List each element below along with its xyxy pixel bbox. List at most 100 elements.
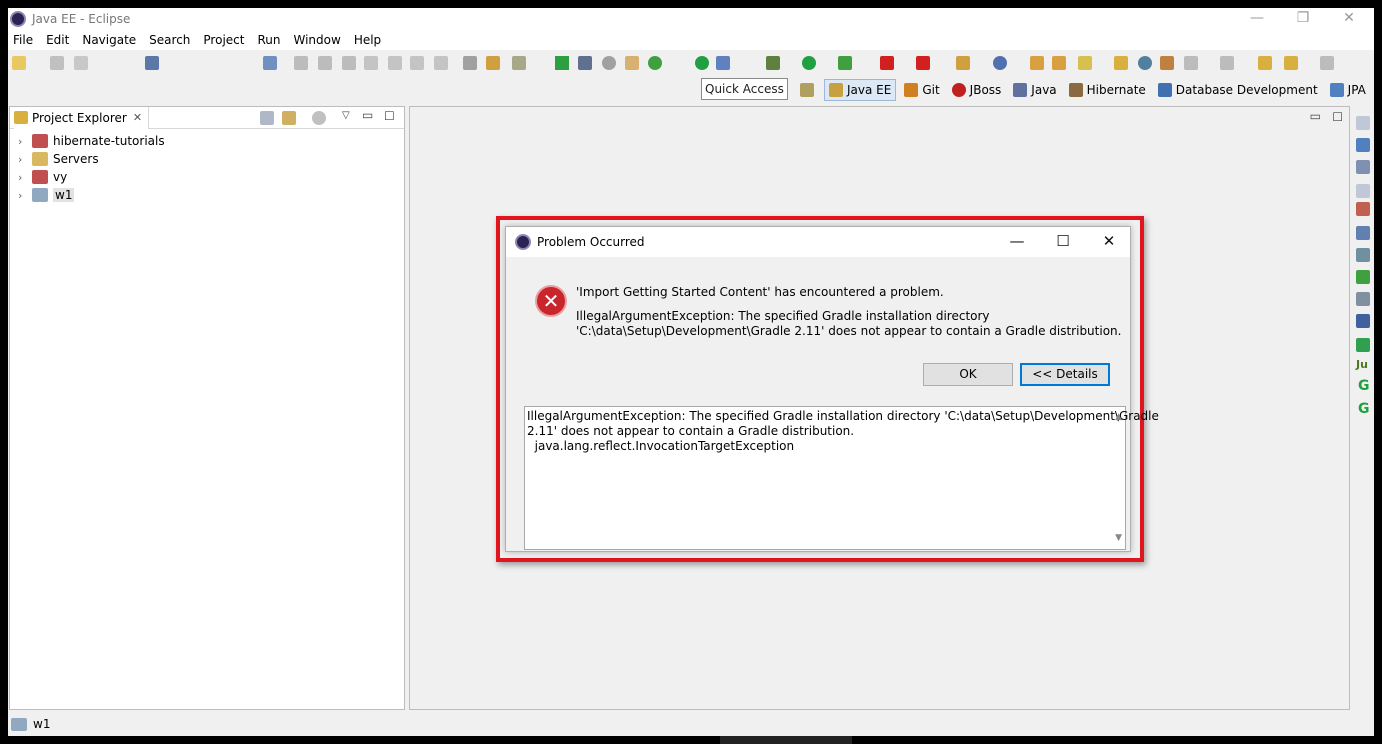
step-over-icon[interactable] [410, 56, 424, 70]
scroll-down-icon[interactable]: ▼ [1115, 531, 1122, 546]
chevron-right-icon[interactable]: › [18, 171, 28, 184]
tree-item-servers[interactable]: › Servers [10, 150, 404, 168]
collapse-all-icon[interactable] [260, 111, 274, 125]
wizard-icon[interactable] [716, 56, 730, 70]
restore-icon[interactable] [1356, 184, 1370, 198]
task-list-icon[interactable] [1356, 160, 1370, 174]
data-source-icon[interactable] [1356, 270, 1370, 284]
outline-icon[interactable] [1356, 138, 1370, 152]
progress-icon[interactable] [1356, 338, 1370, 352]
console-icon[interactable] [145, 56, 159, 70]
disconnect-icon[interactable] [364, 56, 378, 70]
step-into-icon[interactable] [388, 56, 402, 70]
open-perspective-icon[interactable] [800, 83, 814, 97]
perspective-java[interactable]: Java [1009, 79, 1060, 101]
menu-edit[interactable]: Edit [46, 33, 69, 47]
last-edit-icon[interactable] [1258, 56, 1272, 70]
dialog-maximize-button[interactable]: ☐ [1040, 227, 1086, 257]
terminate-icon[interactable] [342, 56, 356, 70]
skip-breakpoints-icon[interactable] [263, 56, 277, 70]
run-icon[interactable] [802, 56, 816, 70]
chevron-right-icon[interactable]: › [18, 153, 28, 166]
perspective-database-development[interactable]: Database Development [1154, 79, 1322, 101]
chevron-right-icon[interactable]: › [18, 135, 28, 148]
perspective-git[interactable]: Git [900, 79, 943, 101]
maximize-editor-icon[interactable]: ☐ [1332, 110, 1343, 124]
project-explorer-tab[interactable]: Project Explorer ✕ [14, 106, 150, 129]
menu-file[interactable]: File [13, 33, 33, 47]
close-tab-icon[interactable]: ✕ [133, 111, 142, 124]
debug-icon[interactable] [766, 56, 780, 70]
menu-search[interactable]: Search [149, 33, 190, 47]
next-annotation-icon[interactable] [1184, 56, 1198, 70]
quick-access-input[interactable]: Quick Access [701, 78, 788, 100]
tree-item-w1[interactable]: › w1 [10, 186, 404, 204]
minimize-view-icon[interactable]: ▭ [362, 108, 373, 122]
markers-icon[interactable] [1356, 202, 1370, 216]
server-icon[interactable] [512, 56, 526, 70]
restore-icon[interactable] [1356, 116, 1370, 130]
step-return-icon[interactable] [434, 56, 448, 70]
forward-icon[interactable] [1320, 56, 1334, 70]
junit-icon[interactable]: Ju [1356, 358, 1368, 371]
chevron-right-icon[interactable]: › [18, 189, 28, 202]
snippets-icon[interactable] [1356, 292, 1370, 306]
menu-run[interactable]: Run [257, 33, 280, 47]
suspend-icon[interactable] [318, 56, 332, 70]
open-folder-icon[interactable] [1052, 56, 1066, 70]
details-textarea[interactable]: IllegalArgumentException: The specified … [524, 406, 1159, 550]
perspective-jpa[interactable]: JPA [1326, 79, 1370, 101]
tree-item-vy[interactable]: › vy [10, 168, 404, 186]
perspective-java-ee[interactable]: Java EE [824, 79, 897, 101]
minimize-editor-icon[interactable]: ▭ [1310, 109, 1321, 123]
perspective-jboss[interactable]: JBoss [948, 79, 1006, 101]
debug-server-icon[interactable] [578, 56, 592, 70]
ok-button[interactable]: OK [923, 363, 1013, 386]
console-view-icon[interactable] [1356, 314, 1370, 328]
restore-window-button[interactable]: ❐ [1280, 8, 1326, 30]
gradle-executions-icon[interactable]: G [1358, 401, 1370, 417]
globe-icon[interactable] [993, 56, 1007, 70]
menu-project[interactable]: Project [203, 33, 244, 47]
details-button[interactable]: << Details [1020, 363, 1110, 386]
properties-icon[interactable] [1356, 226, 1370, 240]
servers-icon[interactable] [1356, 248, 1370, 262]
perspective-hibernate[interactable]: Hibernate [1065, 79, 1150, 101]
use-step-filters-icon[interactable] [486, 56, 500, 70]
save-icon[interactable] [50, 56, 64, 70]
annotation-icon[interactable] [1160, 56, 1174, 70]
deploy-icon[interactable] [916, 56, 930, 70]
gradle-tasks-icon[interactable]: G [1358, 378, 1370, 394]
link-with-editor-icon[interactable] [282, 111, 296, 125]
new-icon[interactable] [12, 56, 26, 70]
menu-navigate[interactable]: Navigate [82, 33, 136, 47]
hand-icon[interactable] [625, 56, 639, 70]
spring-icon[interactable] [648, 56, 662, 70]
external-tools-icon[interactable] [880, 56, 894, 70]
dialog-close-button[interactable]: ✕ [1086, 227, 1132, 257]
dialog-minimize-button[interactable]: — [994, 227, 1040, 257]
run-server-icon[interactable] [555, 56, 569, 70]
green-dot-icon[interactable] [695, 56, 709, 70]
back-icon[interactable] [1284, 56, 1298, 70]
maximize-view-icon[interactable]: ☐ [384, 109, 395, 123]
scroll-up-icon[interactable]: ▲ [1115, 410, 1122, 425]
save-all-icon[interactable] [74, 56, 88, 70]
close-window-button[interactable]: ✕ [1326, 8, 1372, 30]
folder-icon[interactable] [1114, 56, 1128, 70]
new-server-icon[interactable] [956, 56, 970, 70]
minimize-window-button[interactable]: — [1234, 8, 1280, 30]
coverage-icon[interactable] [838, 56, 852, 70]
menu-window[interactable]: Window [293, 33, 340, 47]
prev-annotation-icon[interactable] [1220, 56, 1234, 70]
menu-help[interactable]: Help [354, 33, 381, 47]
web-browser-icon[interactable] [1138, 56, 1152, 70]
pencil-icon[interactable] [1078, 56, 1092, 70]
resume-icon[interactable] [294, 56, 308, 70]
view-filters-icon[interactable] [312, 111, 326, 125]
stop-server-icon[interactable] [602, 56, 616, 70]
view-menu-icon[interactable]: ▽ [342, 110, 350, 121]
drop-to-frame-icon[interactable] [463, 56, 477, 70]
tree-item-hibernate-tutorials[interactable]: › hibernate-tutorials [10, 132, 404, 150]
open-type-icon[interactable] [1030, 56, 1044, 70]
